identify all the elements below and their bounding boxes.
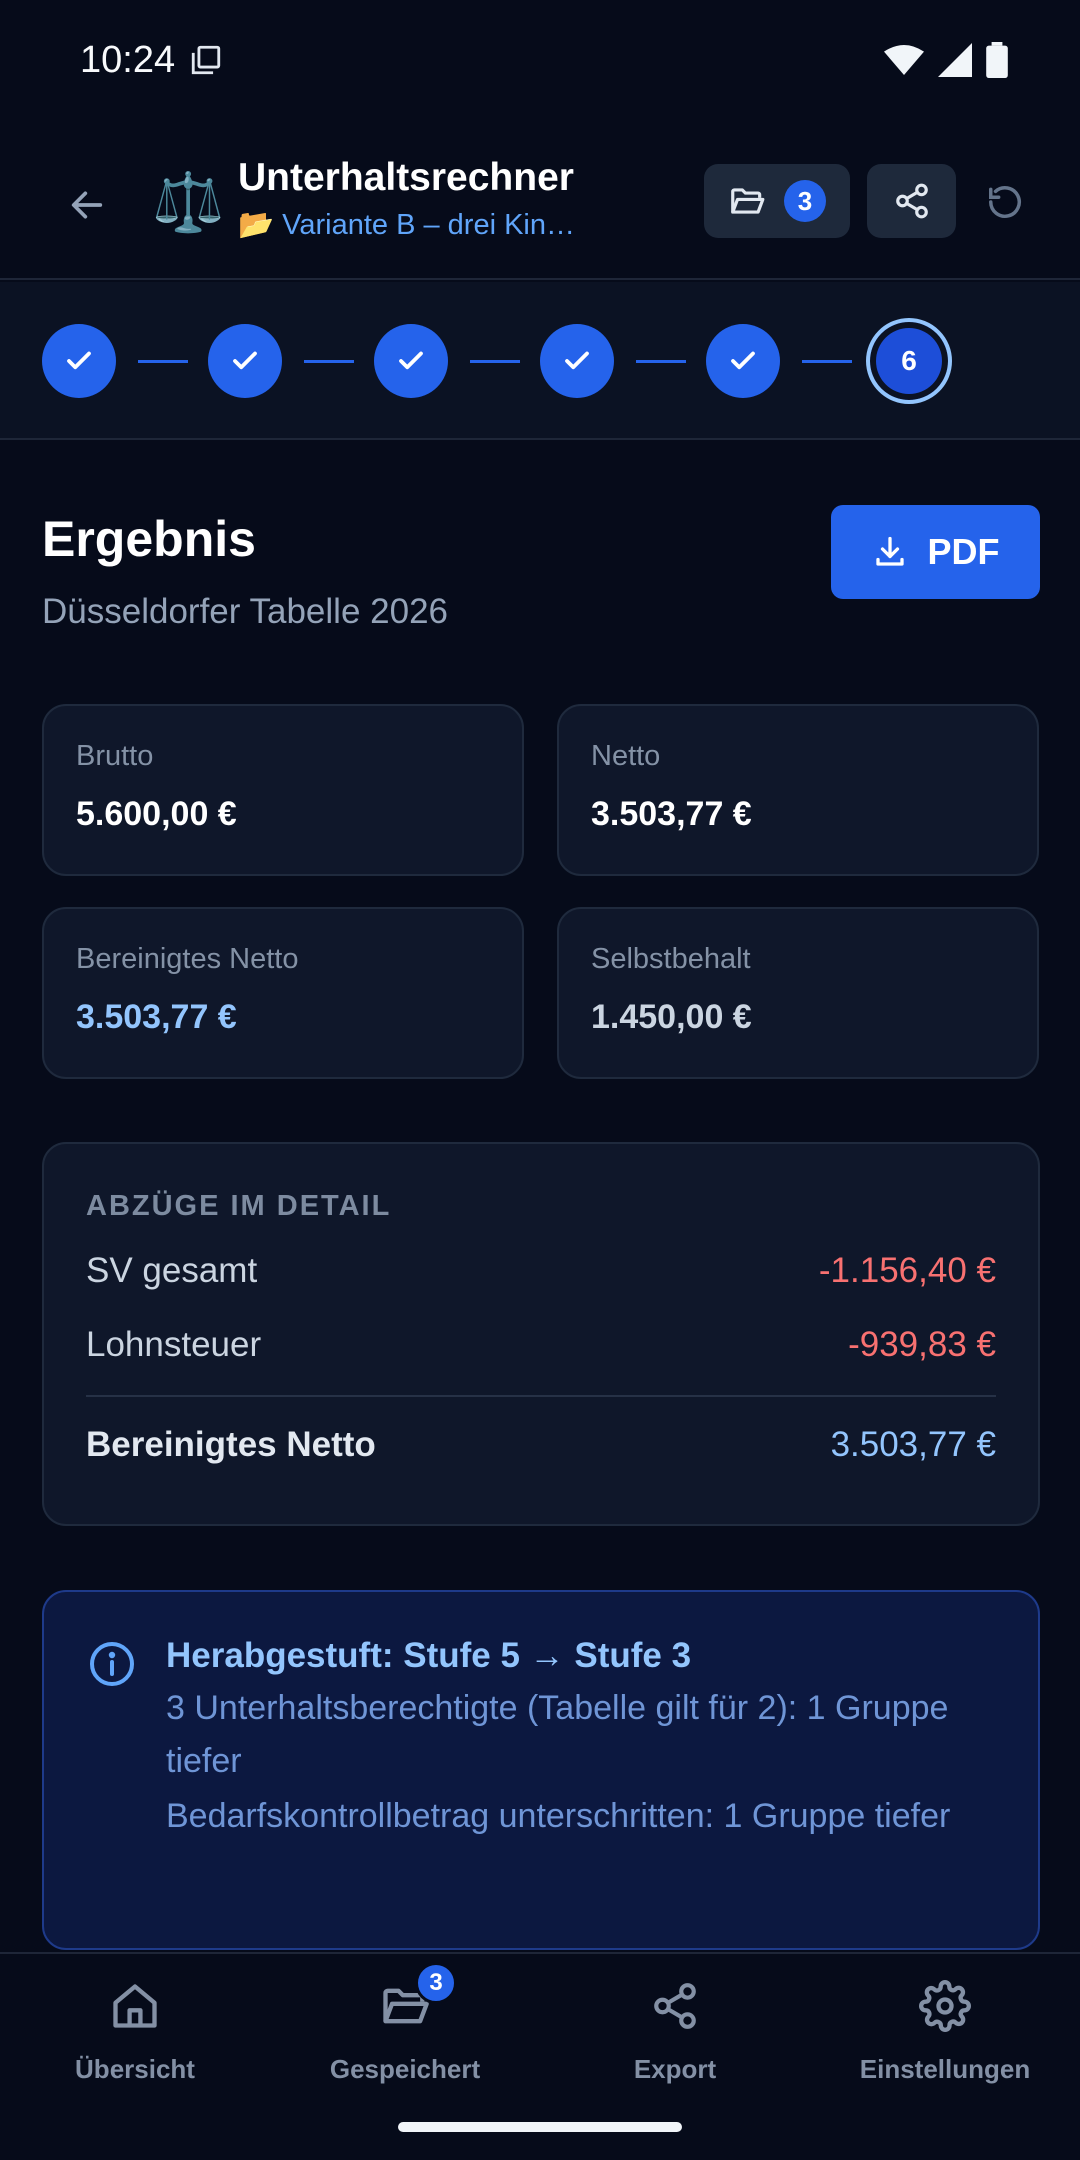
share-icon bbox=[647, 1978, 703, 2034]
step-3-done[interactable] bbox=[374, 324, 448, 398]
folder-open-icon bbox=[731, 188, 765, 214]
pdf-label: PDF bbox=[927, 531, 1000, 572]
battery-icon bbox=[986, 42, 1008, 78]
nav-item-overview[interactable]: Übersicht bbox=[0, 1978, 270, 2085]
reset-icon bbox=[989, 186, 1021, 218]
deduction-value: -939,83 € bbox=[848, 1325, 996, 1364]
info-line: Bedarfskontrollbetrag unterschritten: 1 … bbox=[166, 1797, 951, 1835]
step-1-done[interactable] bbox=[42, 324, 116, 398]
total-label: Bereinigtes Netto bbox=[86, 1425, 376, 1464]
step-2-done[interactable] bbox=[208, 324, 282, 398]
deduction-label: Lohnsteuer bbox=[86, 1325, 262, 1364]
downgrade-info-box: Herabgestuft: Stufe 5 → Stufe 3 3 Unterh… bbox=[42, 1590, 1040, 1950]
divider bbox=[86, 1395, 996, 1397]
saved-variants-button[interactable]: 3 bbox=[704, 164, 850, 238]
deductions-panel: ABZÜGE IM DETAIL SV gesamt -1.156,40 € L… bbox=[42, 1142, 1040, 1526]
nav-item-saved[interactable]: 3 Gespeichert bbox=[270, 1962, 540, 2085]
pdf-download-button[interactable]: PDF bbox=[831, 505, 1040, 599]
step-connector bbox=[636, 360, 686, 363]
screen-mirror-icon bbox=[191, 45, 221, 75]
card-value: 1.450,00 € bbox=[591, 998, 752, 1036]
folder-icon: 3 bbox=[377, 1962, 457, 2034]
reset-button[interactable] bbox=[980, 177, 1030, 227]
home-indicator[interactable] bbox=[398, 2122, 682, 2132]
home-icon bbox=[107, 1978, 163, 2034]
nav-item-settings[interactable]: Einstellungen bbox=[810, 1978, 1080, 2085]
app-titles: Unterhaltsrechner 📂 Variante B – drei Ki… bbox=[238, 156, 698, 242]
info-icon bbox=[88, 1640, 136, 1693]
status-time: 10:24 bbox=[80, 39, 223, 82]
check-icon bbox=[731, 351, 755, 370]
bereinigtes-netto-card: Bereinigtes Netto 3.503,77 € bbox=[42, 907, 524, 1079]
nav-label: Übersicht bbox=[75, 2054, 195, 2084]
step-connector bbox=[304, 360, 354, 363]
card-label: Netto bbox=[591, 740, 661, 772]
status-bar: 10:24 bbox=[0, 0, 1080, 120]
deduction-value: -1.156,40 € bbox=[818, 1251, 996, 1290]
step-connector bbox=[802, 360, 852, 363]
table-name: Düsseldorfer Tabelle 2026 bbox=[42, 592, 449, 631]
brutto-card: Brutto 5.600,00 € bbox=[42, 704, 524, 876]
card-value: 3.503,77 € bbox=[591, 795, 752, 833]
gear-icon bbox=[917, 1978, 973, 2034]
share-button[interactable] bbox=[867, 164, 956, 238]
scales-logo-icon: ⚖️ bbox=[152, 170, 225, 235]
variant-name[interactable]: 📂 Variante B – drei Kin… bbox=[238, 208, 598, 242]
status-icons bbox=[884, 42, 1008, 78]
nav-item-export[interactable]: Export bbox=[540, 1978, 810, 2085]
card-value: 5.600,00 € bbox=[76, 795, 237, 833]
clock-text: 10:24 bbox=[80, 38, 176, 81]
check-icon bbox=[233, 351, 257, 370]
card-label: Bereinigtes Netto bbox=[76, 943, 299, 975]
deduction-label: SV gesamt bbox=[86, 1251, 258, 1290]
saved-badge: 3 bbox=[415, 1962, 457, 2004]
panel-heading: ABZÜGE IM DETAIL bbox=[86, 1190, 392, 1222]
signal-icon bbox=[938, 43, 972, 77]
deduction-row: Lohnsteuer -939,83 € bbox=[86, 1325, 996, 1365]
total-value: 3.503,77 € bbox=[830, 1425, 996, 1464]
download-icon bbox=[875, 536, 904, 566]
wifi-icon bbox=[884, 45, 924, 75]
deduction-row: SV gesamt -1.156,40 € bbox=[86, 1251, 996, 1291]
app-bar: ⚖️ Unterhaltsrechner 📂 Variante B – drei… bbox=[0, 140, 1080, 280]
info-line: 3 Unterhaltsberechtigte (Tabelle gilt fü… bbox=[166, 1689, 949, 1780]
page-title: Ergebnis bbox=[42, 511, 256, 567]
card-value: 3.503,77 € bbox=[76, 998, 237, 1036]
step-4-done[interactable] bbox=[540, 324, 614, 398]
progress-stepper: 6 bbox=[0, 282, 1080, 440]
arrow-left-icon bbox=[71, 191, 103, 219]
info-title: Herabgestuft: Stufe 5 → Stufe 3 bbox=[166, 1636, 692, 1675]
check-icon bbox=[67, 351, 91, 370]
saved-count-badge: 3 bbox=[784, 180, 826, 222]
share-icon bbox=[895, 183, 928, 219]
card-label: Brutto bbox=[76, 740, 154, 772]
nav-label: Export bbox=[633, 2054, 717, 2084]
step-connector bbox=[470, 360, 520, 363]
card-label: Selbstbehalt bbox=[591, 943, 751, 975]
info-text: Herabgestuft: Stufe 5 → Stufe 3 3 Unterh… bbox=[166, 1636, 986, 1843]
back-button[interactable] bbox=[62, 180, 112, 230]
netto-card: Netto 3.503,77 € bbox=[557, 704, 1039, 876]
nav-label: Gespeichert bbox=[329, 2054, 481, 2084]
step-5-done[interactable] bbox=[706, 324, 780, 398]
app-title: Unterhaltsrechner bbox=[238, 156, 574, 199]
check-icon bbox=[399, 351, 423, 370]
selbstbehalt-card: Selbstbehalt 1.450,00 € bbox=[557, 907, 1039, 1079]
check-icon bbox=[565, 351, 589, 370]
nav-label: Einstellungen bbox=[859, 2054, 1031, 2084]
step-connector bbox=[138, 360, 188, 363]
step-6-current[interactable]: 6 bbox=[866, 318, 952, 404]
total-row: Bereinigtes Netto 3.503,77 € bbox=[86, 1425, 996, 1465]
